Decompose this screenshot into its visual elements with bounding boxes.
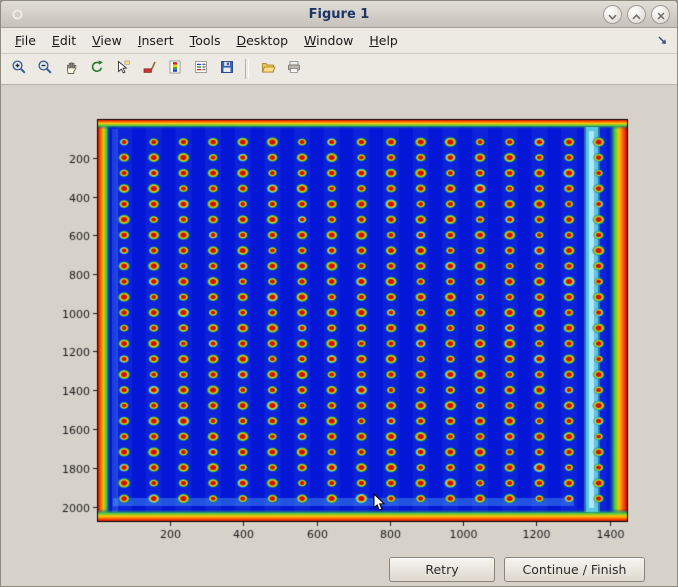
maximize-button[interactable]: [627, 5, 646, 24]
menu-file[interactable]: File: [7, 30, 44, 51]
menu-tools[interactable]: Tools: [182, 30, 229, 51]
save-button[interactable]: [214, 57, 240, 81]
pan-button[interactable]: [58, 57, 84, 81]
open-folder-button[interactable]: [255, 57, 281, 81]
retry-button[interactable]: Retry: [389, 557, 495, 582]
hand-icon: [63, 59, 79, 79]
save-icon: [219, 59, 235, 79]
close-icon: [657, 5, 665, 24]
dock-arrow-icon: [657, 34, 668, 49]
rotate-3d-button[interactable]: [84, 57, 110, 81]
colorbar-button[interactable]: [162, 57, 188, 81]
menu-edit[interactable]: Edit: [44, 30, 84, 51]
legend-button[interactable]: [188, 57, 214, 81]
menu-view[interactable]: View: [84, 30, 130, 51]
menu-insert[interactable]: Insert: [130, 30, 182, 51]
window-title: Figure 1: [1, 7, 677, 22]
zoom-in-button[interactable]: [6, 57, 32, 81]
figure-window: Figure 1 File Edit View Insert: [0, 0, 678, 587]
toolbar-separator: [245, 59, 249, 79]
continue-finish-button[interactable]: Continue / Finish: [504, 557, 645, 582]
close-button[interactable]: [651, 5, 670, 24]
window-menu-button[interactable]: [10, 7, 25, 22]
colorbar-icon: [167, 59, 183, 79]
dialog-buttons: Retry Continue / Finish: [389, 557, 645, 582]
window-circle-icon: [12, 5, 23, 24]
folder-icon: [260, 59, 276, 79]
brush-button[interactable]: [136, 57, 162, 81]
menubar: File Edit View Insert Tools Desktop Wind…: [1, 28, 677, 54]
legend-icon: [193, 59, 209, 79]
zoom-in-icon: [11, 59, 27, 79]
menu-desktop[interactable]: Desktop: [228, 30, 296, 51]
rotate-icon: [89, 59, 105, 79]
print-button[interactable]: [281, 57, 307, 81]
zoom-out-icon: [37, 59, 53, 79]
minimize-button[interactable]: [603, 5, 622, 24]
data-cursor-button[interactable]: [110, 57, 136, 81]
zoom-out-button[interactable]: [32, 57, 58, 81]
titlebar: Figure 1: [1, 1, 677, 28]
data-cursor-icon: [115, 59, 131, 79]
figure-toolbar: [1, 54, 677, 85]
figure-plot-canvas[interactable]: [47, 97, 642, 542]
figure-area: Retry Continue / Finish: [1, 85, 677, 586]
menu-window[interactable]: Window: [296, 30, 361, 51]
menu-help[interactable]: Help: [361, 30, 406, 51]
chevron-up-icon: [632, 5, 641, 24]
printer-icon: [286, 59, 302, 79]
dock-figure-button[interactable]: [657, 34, 670, 47]
chevron-down-icon: [608, 5, 617, 24]
brush-icon: [141, 59, 157, 79]
window-controls: [598, 5, 670, 24]
